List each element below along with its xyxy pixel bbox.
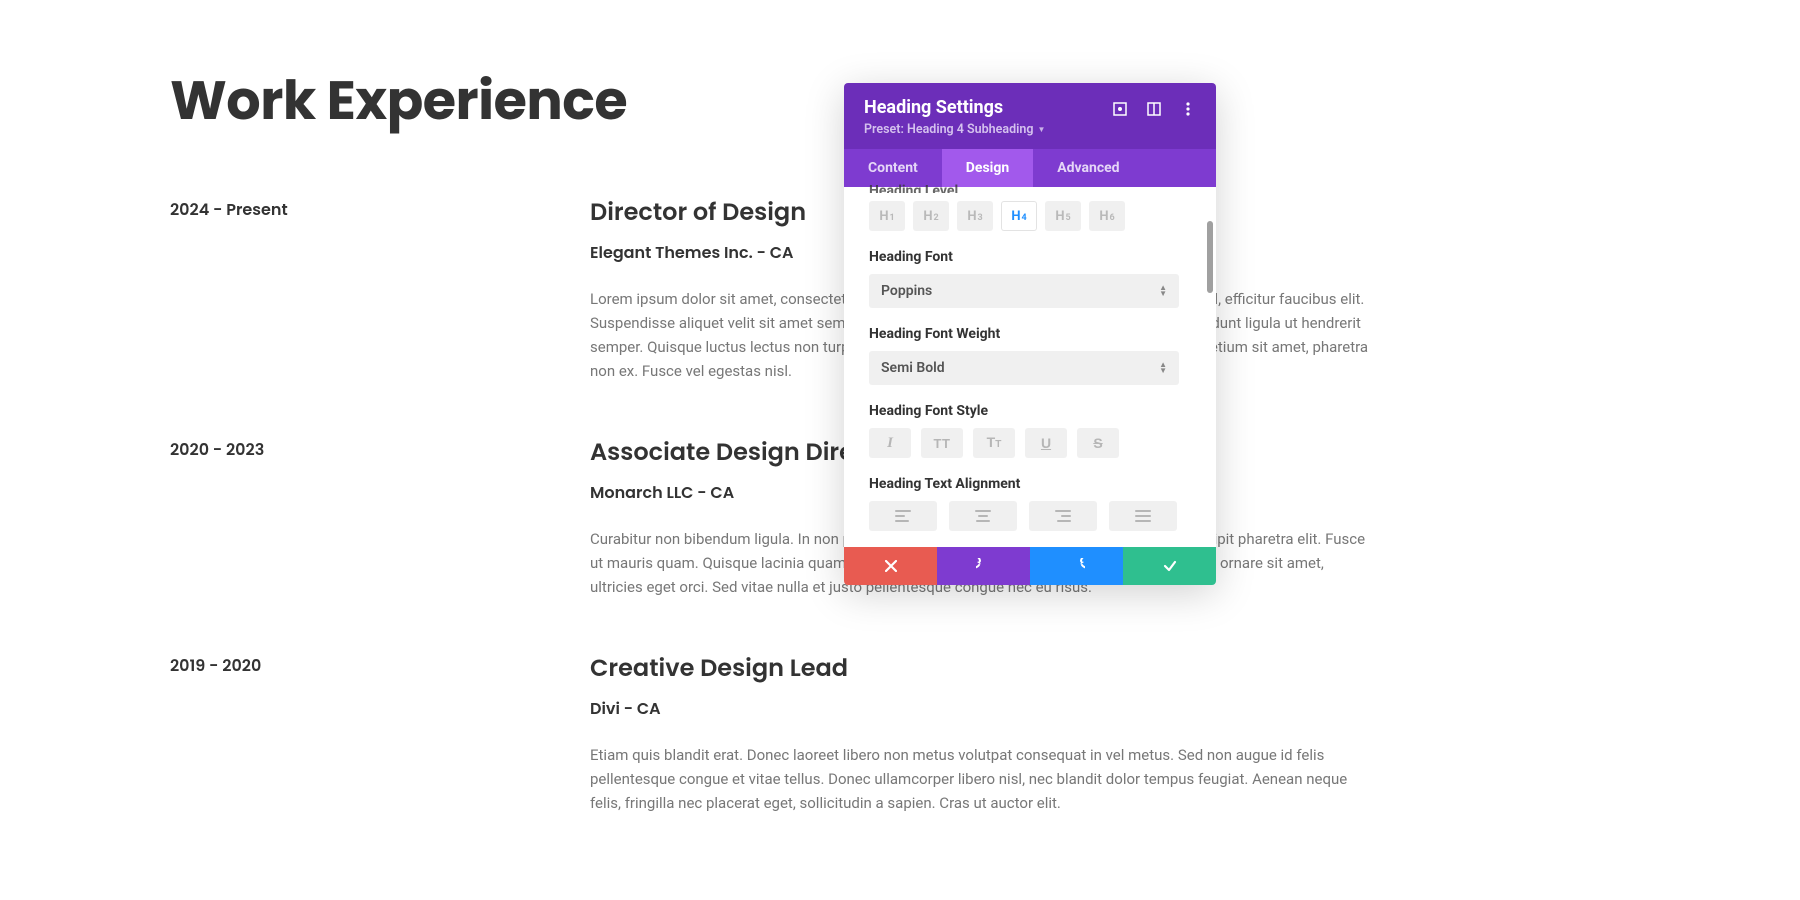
heading-weight-label: Heading Font Weight [869, 326, 1191, 342]
align-justify-button[interactable] [1109, 501, 1177, 531]
style-uppercase-button[interactable]: TT [921, 428, 963, 458]
job-title: Creative Design Lead [590, 651, 1380, 686]
heading-font-value: Poppins [881, 283, 932, 299]
modal-header[interactable]: Heading Settings Preset: Heading 4 Subhe… [844, 83, 1216, 149]
heading-level-h5[interactable]: H5 [1045, 201, 1081, 231]
cancel-button[interactable] [844, 547, 937, 585]
modal-body: Heading Level H1 H2 H3 H4 H5 H6 Heading … [844, 183, 1216, 547]
select-caret-icon: ▲▼ [1159, 363, 1167, 374]
heading-style-label: Heading Font Style [869, 403, 1191, 419]
style-smallcaps-button[interactable]: TT [973, 428, 1015, 458]
job-row: 2019 - 2020 Creative Design Lead Divi - … [170, 651, 1630, 815]
preset-dropdown[interactable]: Preset: Heading 4 Subheading ▼ [864, 122, 1045, 137]
heading-level-h4[interactable]: H4 [1001, 201, 1037, 231]
job-dates: 2019 - 2020 [170, 651, 590, 815]
heading-align-label: Heading Text Alignment [869, 476, 1191, 492]
modal-title: Heading Settings [864, 97, 1045, 118]
select-caret-icon: ▲▼ [1159, 286, 1167, 297]
heading-weight-select[interactable]: Semi Bold ▲▼ [869, 351, 1179, 385]
align-left-button[interactable] [869, 501, 937, 531]
heading-level-h3[interactable]: H3 [957, 201, 993, 231]
heading-level-h6[interactable]: H6 [1089, 201, 1125, 231]
modal-footer [844, 547, 1216, 585]
redo-button[interactable] [1030, 547, 1123, 585]
heading-font-label: Heading Font [869, 249, 1191, 265]
job-dates: 2024 - Present [170, 195, 590, 383]
heading-weight-value: Semi Bold [881, 360, 945, 376]
modal-tabs: Content Design Advanced [844, 149, 1216, 187]
heading-settings-modal: Heading Settings Preset: Heading 4 Subhe… [844, 83, 1216, 585]
job-body: Creative Design Lead Divi - CA Etiam qui… [590, 651, 1380, 815]
expand-icon[interactable] [1112, 101, 1128, 117]
scrollbar-thumb[interactable] [1207, 221, 1213, 293]
tab-advanced[interactable]: Advanced [1033, 149, 1143, 187]
undo-button[interactable] [937, 547, 1030, 585]
job-subtitle: Divi - CA [590, 696, 1380, 721]
preset-label: Preset: Heading 4 Subheading [864, 122, 1033, 137]
undo-icon [976, 558, 992, 574]
redo-icon [1069, 558, 1085, 574]
style-strikethrough-button[interactable]: S [1077, 428, 1119, 458]
font-style-row: I TT TT U S [869, 428, 1191, 458]
heading-font-select[interactable]: Poppins ▲▼ [869, 274, 1179, 308]
modal-header-title-area: Heading Settings Preset: Heading 4 Subhe… [864, 97, 1045, 137]
heading-level-label: Heading Level [869, 183, 1191, 193]
save-button[interactable] [1123, 547, 1216, 585]
chevron-down-icon: ▼ [1037, 125, 1045, 134]
heading-level-h1[interactable]: H1 [869, 201, 905, 231]
job-dates: 2020 - 2023 [170, 435, 590, 599]
heading-level-options: H1 H2 H3 H4 H5 H6 [869, 201, 1191, 231]
tab-content[interactable]: Content [844, 149, 942, 187]
style-italic-button[interactable]: I [869, 428, 911, 458]
close-icon [885, 560, 897, 572]
align-center-button[interactable] [949, 501, 1017, 531]
check-icon [1163, 559, 1177, 573]
text-align-row [869, 501, 1191, 531]
job-description: Etiam quis blandit erat. Donec laoreet l… [590, 743, 1380, 815]
align-right-button[interactable] [1029, 501, 1097, 531]
more-icon[interactable] [1180, 101, 1196, 117]
style-underline-button[interactable]: U [1025, 428, 1067, 458]
tab-design[interactable]: Design [942, 149, 1033, 187]
heading-level-h2[interactable]: H2 [913, 201, 949, 231]
modal-header-actions [1112, 97, 1196, 117]
snap-icon[interactable] [1146, 101, 1162, 117]
